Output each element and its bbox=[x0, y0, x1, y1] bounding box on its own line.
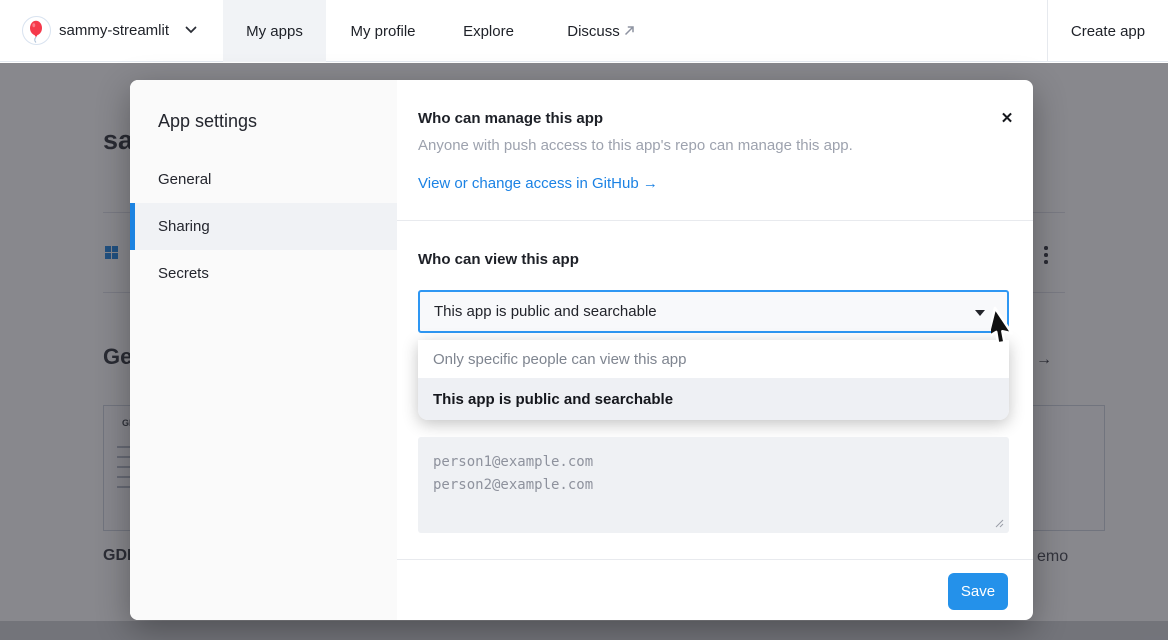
github-access-link[interactable]: View or change access in GitHub → bbox=[418, 175, 658, 192]
caret-down-icon bbox=[975, 310, 985, 316]
create-app-button[interactable]: Create app bbox=[1048, 0, 1168, 62]
divider bbox=[397, 559, 1033, 560]
textarea-placeholder-line: person1@example.com bbox=[433, 451, 995, 474]
close-icon[interactable]: ✕ bbox=[995, 106, 1019, 130]
resize-handle-icon[interactable] bbox=[995, 519, 1004, 528]
visibility-select-value: This app is public and searchable bbox=[434, 303, 657, 320]
sidebar-item-general[interactable]: General bbox=[130, 156, 397, 203]
manage-section-title: Who can manage this app bbox=[418, 110, 603, 127]
top-nav: sammy-streamlit My apps My profile Explo… bbox=[0, 0, 1168, 62]
save-button[interactable]: Save bbox=[948, 573, 1008, 610]
sidebar-item-sharing[interactable]: Sharing bbox=[130, 203, 397, 250]
option-specific-people[interactable]: Only specific people can view this app bbox=[418, 340, 1009, 378]
settings-sidebar: App settings General Sharing Secrets bbox=[130, 80, 397, 620]
manage-section-subtitle: Anyone with push access to this app's re… bbox=[418, 137, 853, 154]
visibility-select[interactable]: This app is public and searchable bbox=[418, 290, 1009, 333]
visibility-dropdown-menu: Only specific people can view this app T… bbox=[418, 340, 1009, 420]
sidebar-title: App settings bbox=[158, 111, 257, 132]
view-section-title: Who can view this app bbox=[418, 251, 579, 268]
divider bbox=[397, 220, 1033, 221]
external-link-icon bbox=[623, 24, 636, 37]
workspace-avatar[interactable] bbox=[22, 16, 51, 45]
sidebar-item-secrets[interactable]: Secrets bbox=[130, 250, 397, 297]
textarea-placeholder-line: person2@example.com bbox=[433, 474, 995, 497]
option-public-searchable[interactable]: This app is public and searchable bbox=[418, 378, 1009, 420]
screen: sa Get → GD GDP emo bbox=[0, 0, 1168, 640]
tab-explore[interactable]: Explore bbox=[447, 0, 530, 62]
app-settings-modal: App settings General Sharing Secrets ✕ W… bbox=[130, 80, 1033, 620]
tab-my-apps[interactable]: My apps bbox=[223, 0, 326, 62]
balloon-icon bbox=[23, 17, 50, 44]
viewer-emails-textarea[interactable]: person1@example.com person2@example.com bbox=[418, 437, 1009, 533]
chevron-down-icon[interactable] bbox=[185, 26, 197, 34]
sharing-panel: ✕ Who can manage this app Anyone with pu… bbox=[397, 80, 1033, 620]
workspace-switcher[interactable]: sammy-streamlit bbox=[59, 22, 169, 39]
tab-my-profile[interactable]: My profile bbox=[333, 0, 433, 62]
